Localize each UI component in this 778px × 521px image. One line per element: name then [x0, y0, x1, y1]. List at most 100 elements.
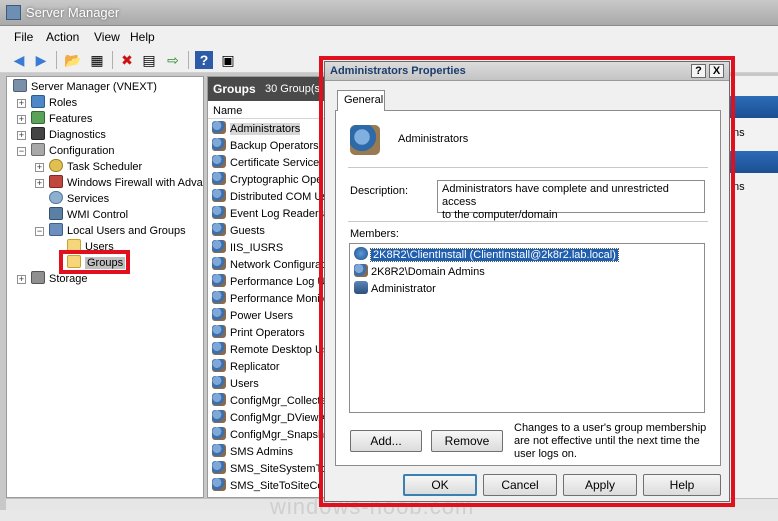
expand-features-icon[interactable]: +: [17, 115, 26, 124]
group-name: Print Operators: [230, 327, 305, 339]
group-icon: [212, 206, 226, 219]
group-name: Replicator: [230, 361, 280, 373]
group-name: ConfigMgr_Collecte: [230, 395, 325, 407]
table-row[interactable]: Distributed COM Us: [212, 189, 324, 206]
table-row[interactable]: Performance Log U: [212, 274, 324, 291]
expand-roles-icon[interactable]: +: [17, 99, 26, 108]
help-icon[interactable]: ?: [195, 51, 213, 69]
table-row[interactable]: SMS_SiteSystemTo: [212, 461, 324, 478]
expand-firewall-icon[interactable]: +: [35, 179, 44, 188]
member-row-domain-admins[interactable]: 2K8R2\Domain Admins: [354, 264, 485, 280]
tree-node-services[interactable]: Services: [49, 191, 109, 207]
group-name: IIS_IUSRS: [230, 242, 284, 254]
table-row[interactable]: Remote Desktop Us: [212, 342, 324, 359]
user-globe-icon: [354, 247, 368, 260]
member-row-administrator[interactable]: Administrator: [354, 281, 436, 297]
group-icon: [212, 189, 226, 202]
group-icon: [212, 461, 226, 474]
tree-node-wmi-control[interactable]: WMI Control: [49, 207, 128, 223]
group-name: Cryptographic Ope: [230, 174, 323, 186]
group-icon: [212, 393, 226, 406]
diagnostics-icon: [31, 127, 45, 140]
members-list[interactable]: 2K8R2\ClientInstall (ClientInstall@2k8r2…: [349, 243, 705, 413]
ok-button[interactable]: OK: [403, 474, 477, 496]
show-hide-action-pane-icon[interactable]: ▣: [219, 51, 237, 69]
table-row[interactable]: Network Configurat: [212, 257, 324, 274]
users-group-icon: [49, 223, 63, 236]
group-icon: [212, 155, 226, 168]
menu-action[interactable]: Action: [46, 30, 79, 44]
show-hide-tree-icon[interactable]: ▦: [88, 51, 106, 69]
user-icon: [354, 281, 368, 294]
menu-view[interactable]: View: [94, 30, 120, 44]
group-name: ConfigMgr_DViewA: [230, 412, 325, 424]
table-row[interactable]: Performance Monito: [212, 291, 324, 308]
properties-icon[interactable]: ▤: [140, 51, 158, 69]
tree-node-root[interactable]: Server Manager (VNEXT): [13, 79, 157, 95]
expand-storage-icon[interactable]: +: [17, 275, 26, 284]
tree-node-configuration[interactable]: Configuration: [31, 143, 114, 159]
group-icon: [354, 264, 368, 277]
table-row[interactable]: Replicator: [212, 359, 280, 376]
table-row[interactable]: Administrators: [212, 121, 301, 138]
table-row[interactable]: ConfigMgr_DViewA: [212, 410, 325, 427]
tree-node-roles[interactable]: Roles: [31, 95, 77, 111]
wmi-icon: [49, 207, 63, 220]
group-name: ConfigMgr_Snapsho: [230, 429, 325, 441]
member-row-clientinstall[interactable]: 2K8R2\ClientInstall (ClientInstall@2k8r2…: [354, 247, 619, 263]
group-name: Users: [230, 378, 259, 390]
group-icon: [212, 223, 226, 236]
table-row[interactable]: SMS Admins: [212, 444, 293, 461]
delete-icon[interactable]: ✖: [118, 51, 136, 69]
table-row[interactable]: Cryptographic Ope: [212, 172, 322, 189]
expand-task-scheduler-icon[interactable]: +: [35, 163, 44, 172]
tree-node-features[interactable]: Features: [31, 111, 92, 127]
table-row[interactable]: Guests: [212, 223, 265, 240]
column-header-name[interactable]: Name: [208, 103, 324, 119]
group-icon: [212, 138, 226, 151]
group-icon: [212, 342, 226, 355]
table-row[interactable]: ConfigMgr_Snapsho: [212, 427, 325, 444]
description-field[interactable]: Administrators have complete and unrestr…: [437, 180, 705, 221]
group-icon: [212, 121, 226, 134]
add-button[interactable]: Add...: [350, 430, 422, 452]
table-row[interactable]: Users: [212, 376, 259, 393]
group-name: Backup Operators: [230, 140, 319, 152]
tree-node-local-users-groups[interactable]: Local Users and Groups: [49, 223, 186, 239]
export-list-icon[interactable]: ⇨: [164, 51, 182, 69]
up-folder-icon[interactable]: 📂: [64, 51, 82, 69]
tab-general[interactable]: General: [337, 90, 385, 111]
window-titlebar: Server Manager: [0, 0, 778, 26]
table-row[interactable]: Certificate Service: [212, 155, 319, 172]
apply-button[interactable]: Apply: [563, 474, 637, 496]
cancel-button[interactable]: Cancel: [483, 474, 557, 496]
group-icon: [212, 308, 226, 321]
tree-node-diagnostics[interactable]: Diagnostics: [31, 127, 106, 143]
expand-diagnostics-icon[interactable]: +: [17, 131, 26, 140]
help-button[interactable]: Help: [643, 474, 721, 496]
back-arrow-icon[interactable]: ◀: [10, 51, 28, 69]
group-icon: [350, 125, 380, 155]
group-icon: [212, 410, 226, 423]
table-row[interactable]: ConfigMgr_Collecte: [212, 393, 325, 410]
group-icon: [212, 359, 226, 372]
table-row[interactable]: Backup Operators: [212, 138, 319, 155]
table-row[interactable]: Print Operators: [212, 325, 305, 342]
table-row[interactable]: SMS_SiteToSiteCon: [212, 478, 324, 495]
collapse-local-users-groups-icon[interactable]: −: [35, 227, 44, 236]
features-icon: [31, 111, 45, 124]
forward-arrow-icon[interactable]: ▶: [32, 51, 50, 69]
tree-node-task-scheduler[interactable]: Task Scheduler: [49, 159, 142, 175]
table-row[interactable]: Power Users: [212, 308, 293, 325]
close-button[interactable]: X: [709, 64, 724, 78]
remove-button[interactable]: Remove: [431, 430, 503, 452]
table-row[interactable]: IIS_IUSRS: [212, 240, 283, 257]
group-name: Administrators: [398, 133, 469, 145]
menu-file[interactable]: File: [14, 30, 33, 44]
groups-pane-title: Groups: [213, 82, 256, 96]
tree-node-firewall[interactable]: Windows Firewall with Adva: [49, 175, 203, 191]
context-help-button[interactable]: ?: [691, 64, 706, 78]
menu-help[interactable]: Help: [130, 30, 155, 44]
collapse-configuration-icon[interactable]: −: [17, 147, 26, 156]
table-row[interactable]: Event Log Readers: [212, 206, 324, 223]
